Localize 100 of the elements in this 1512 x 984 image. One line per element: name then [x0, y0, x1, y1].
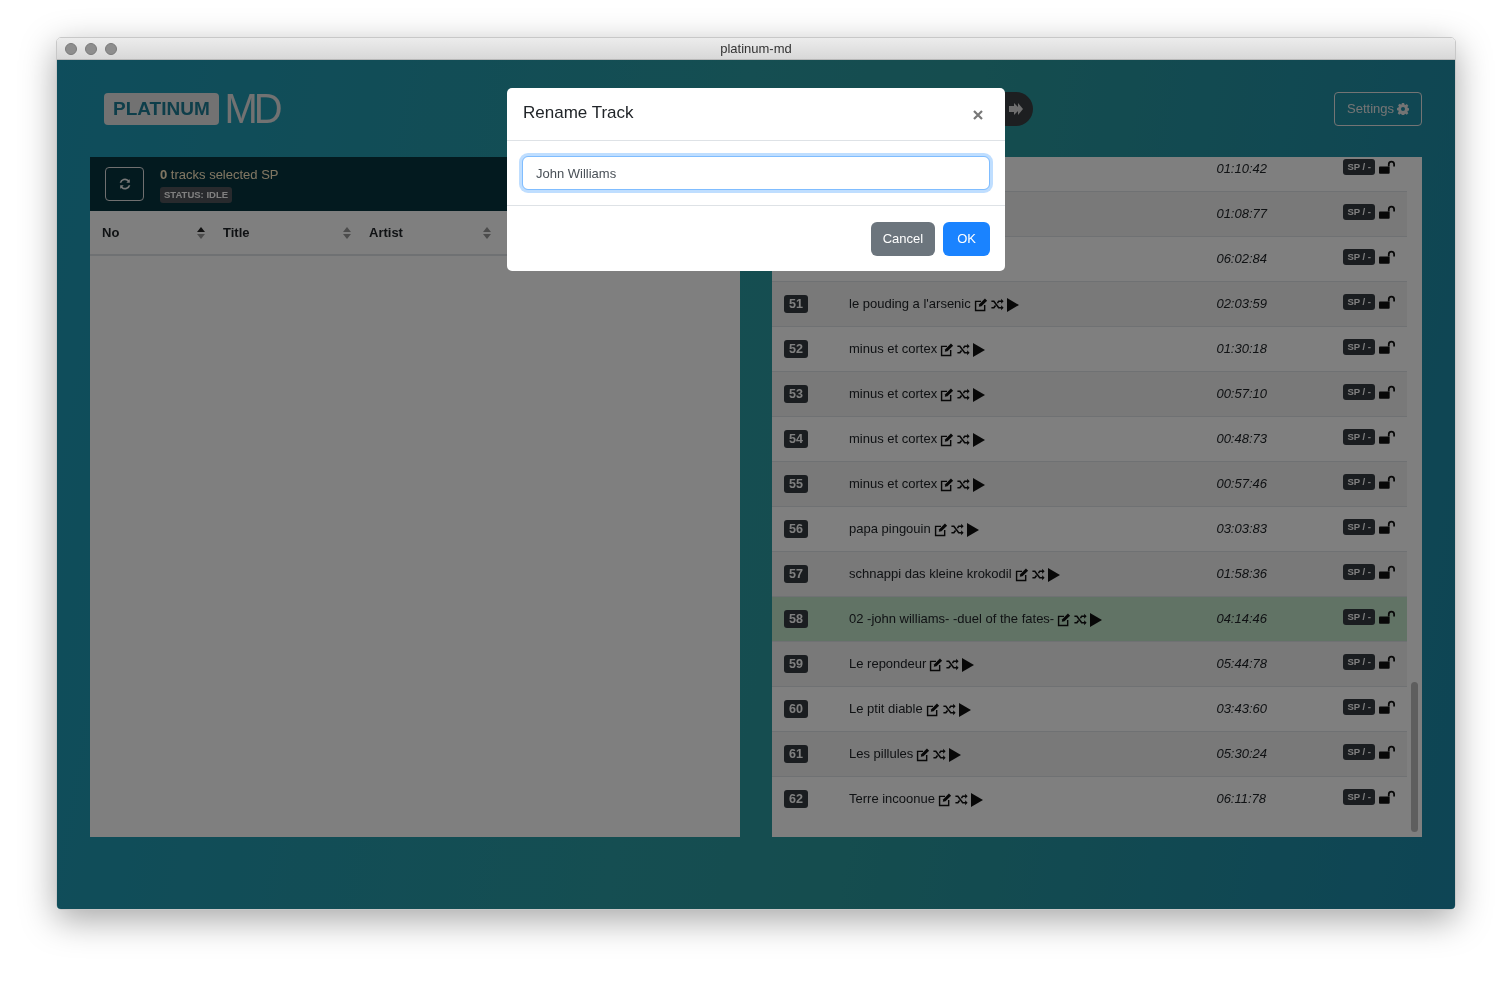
shuffle-icon — [933, 748, 947, 762]
gear-icon — [1397, 103, 1409, 115]
edit-icon — [916, 747, 931, 762]
column-header[interactable]: Title — [211, 222, 357, 243]
track-duration: 04:14:46 — [1216, 610, 1268, 629]
track-number: 53 — [784, 385, 808, 404]
track-title: Le repondeur — [849, 655, 927, 674]
track-number: 54 — [784, 430, 808, 449]
play-icon — [1090, 612, 1103, 627]
logo-badge: PLATINUM — [104, 92, 219, 126]
track-row[interactable]: 55 minus et cortex 00:57:46 SP / - — [772, 461, 1407, 506]
track-duration: 03:03:83 — [1216, 520, 1268, 539]
track-row[interactable]: 59 Le repondeur 05:44:78 SP / - — [772, 641, 1407, 686]
edit-icon — [1014, 567, 1029, 582]
track-duration: 01:10:42 — [1216, 160, 1268, 179]
play-icon — [958, 702, 971, 717]
play-icon — [949, 747, 962, 762]
track-number: 51 — [784, 295, 808, 314]
edit-icon — [940, 432, 955, 447]
mode-badge: SP / - — [1343, 428, 1375, 446]
edit-icon — [973, 297, 988, 312]
play-icon — [962, 657, 975, 672]
track-row[interactable]: 62 Terre incoonue 06:11:78 SP / - — [772, 776, 1407, 821]
track-title: 02 -john williams- -duel of the fates- — [849, 610, 1055, 629]
track-duration: 06:02:84 — [1216, 250, 1268, 269]
track-duration: 05:30:24 — [1216, 745, 1268, 764]
track-row[interactable]: 51 le pouding a l'arsenic 02:03:59 SP / - — [772, 281, 1407, 326]
mode-badge: SP / - — [1343, 788, 1375, 806]
edit-icon — [940, 342, 955, 357]
mode-badge: SP / - — [1343, 698, 1375, 716]
track-number: 52 — [784, 340, 808, 359]
track-number: 59 — [784, 655, 808, 674]
refresh-button[interactable] — [105, 167, 144, 201]
track-duration: 00:57:46 — [1216, 475, 1268, 494]
shuffle-icon — [957, 433, 971, 447]
track-title: minus et cortex — [849, 475, 938, 494]
track-number: 57 — [784, 565, 808, 584]
column-header[interactable]: No — [90, 222, 211, 243]
track-duration: 05:44:78 — [1216, 655, 1268, 674]
track-duration: 06:11:78 — [1216, 790, 1268, 809]
track-row[interactable]: 58 02 -john williams- -duel of the fates- 04:14:46 SP / - — [772, 596, 1407, 641]
track-duration: 00:48:73 — [1216, 430, 1268, 449]
track-number: 62 — [784, 790, 808, 809]
close-window-button[interactable] — [65, 42, 77, 55]
track-title: minus et cortex — [849, 340, 938, 359]
track-number: 58 — [784, 610, 808, 629]
mode-badge: SP / - — [1343, 203, 1375, 221]
track-row[interactable]: 53 minus et cortex 00:57:10 SP / - — [772, 371, 1407, 416]
track-duration: 01:08:77 — [1216, 205, 1269, 224]
track-duration: 01:30:18 — [1216, 340, 1268, 359]
minimize-window-button[interactable] — [85, 42, 97, 55]
track-row[interactable]: 61 Les pillules 05:30:24 SP / - — [772, 731, 1407, 776]
mode-badge: SP / - — [1343, 338, 1375, 356]
track-title: le pouding a l'arsenic — [849, 295, 971, 314]
track-number: 60 — [784, 700, 808, 719]
edit-icon — [940, 387, 955, 402]
play-icon — [973, 477, 986, 492]
selection-summary: 0 tracks selected SP — [160, 165, 279, 184]
play-icon — [973, 432, 986, 447]
track-title: Les pillules — [849, 745, 914, 764]
mode-badge: SP / - — [1343, 158, 1375, 176]
play-icon — [971, 792, 983, 807]
edit-icon — [929, 657, 944, 672]
logo-text: MD — [224, 88, 279, 130]
edit-icon — [938, 792, 952, 807]
track-duration: 02:03:59 — [1216, 295, 1268, 314]
play-icon — [966, 522, 979, 537]
track-duration: 00:57:10 — [1216, 385, 1268, 404]
track-duration: 01:58:36 — [1216, 565, 1268, 584]
track-number: 56 — [784, 520, 808, 539]
track-duration: 03:43:60 — [1216, 700, 1268, 719]
track-title: Le ptit diable — [849, 700, 923, 719]
mode-badge: SP / - — [1343, 473, 1375, 491]
mode-badge: SP / - — [1343, 518, 1375, 536]
track-title: minus et cortex — [849, 385, 938, 404]
mode-badge: SP / - — [1343, 248, 1375, 266]
track-row[interactable]: 57 schnappi das kleine krokodil 01:58:36 SP / - — [772, 551, 1407, 596]
play-icon — [1006, 297, 1019, 312]
track-number: 61 — [784, 745, 808, 764]
shuffle-icon — [942, 703, 956, 717]
mode-badge: SP / - — [1343, 293, 1375, 311]
edit-icon — [940, 477, 955, 492]
edit-icon — [1057, 612, 1072, 627]
shuffle-icon — [1031, 568, 1045, 582]
mode-badge: SP / - — [1343, 653, 1375, 671]
zoom-window-button[interactable] — [105, 42, 117, 55]
cancel-button[interactable]: Cancel — [870, 222, 936, 256]
mode-badge: SP / - — [1343, 563, 1375, 581]
track-number: 55 — [784, 475, 808, 494]
shuffle-icon — [946, 658, 960, 672]
scrollbar[interactable] — [1411, 682, 1418, 832]
track-title: papa pingouin — [849, 520, 931, 539]
shuffle-icon — [957, 388, 971, 402]
input-field[interactable]: John Williams — [522, 156, 990, 190]
shuffle-icon — [957, 343, 971, 357]
ok-button[interactable]: OK — [943, 222, 990, 256]
column-header[interactable]: Artist — [357, 222, 497, 243]
forward-icon — [1009, 103, 1023, 115]
shuffle-icon — [990, 298, 1004, 312]
dialog-title: Rename Track — [523, 103, 634, 124]
